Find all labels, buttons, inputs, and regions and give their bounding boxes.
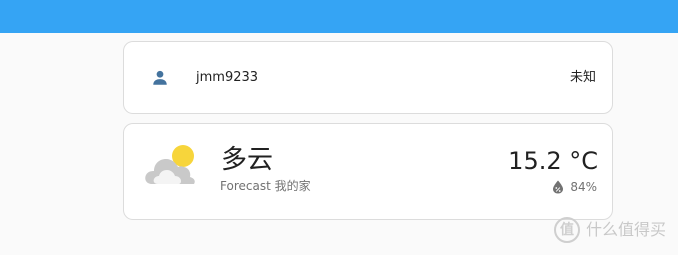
top-app-bar — [0, 0, 678, 33]
water-percent-icon — [553, 180, 564, 194]
person-entity-card[interactable]: jmm9233 未知 — [123, 41, 613, 114]
humidity-attribute: 84% — [552, 179, 597, 195]
weather-condition: 多云 — [221, 145, 274, 175]
humidity-value: 84% — [570, 180, 597, 194]
forecast-entity-name: Forecast 我的家 — [220, 179, 311, 193]
person-name: jmm9233 — [196, 70, 259, 85]
temperature-value: 15.2 °C — [508, 147, 598, 175]
account-icon — [153, 70, 167, 85]
partly-cloudy-icon — [145, 145, 195, 184]
watermark: 值 什么值得买 — [553, 217, 666, 243]
person-state: 未知 — [569, 70, 596, 85]
weather-forecast-card[interactable]: 多云 Forecast 我的家 15.2 °C 84% — [123, 123, 613, 220]
watermark-logo: 值 — [553, 217, 580, 243]
watermark-text: 什么值得买 — [585, 220, 666, 239]
